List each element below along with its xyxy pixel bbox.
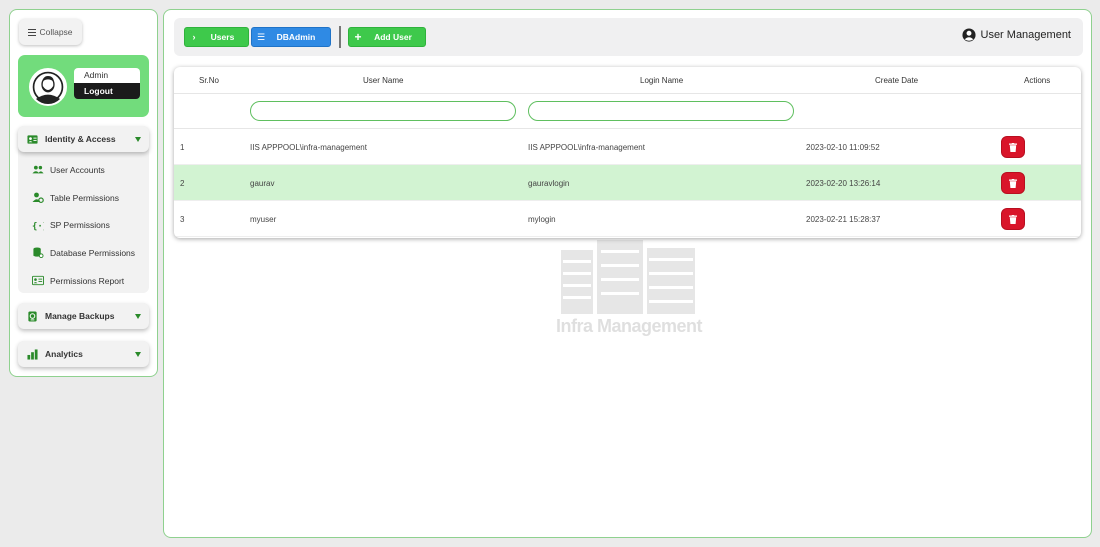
chevron-right-icon: › [192,32,196,42]
trash-icon [1009,178,1017,188]
users-table: Sr.No User Name Login Name Create Date A… [174,67,1081,238]
nav-header-label: Identity & Access [45,134,116,144]
page-title: User Management [961,28,1072,42]
sidebar-item-label: SP Permissions [50,220,110,231]
backup-icon [28,310,37,322]
users-button[interactable]: › Users [184,27,249,47]
user-gear-icon [32,192,44,204]
sidebar-item-label: Database Permissions [50,247,136,258]
cell-srno: 2 [180,179,185,188]
cell-srno: 3 [180,215,185,224]
cell-loginname: mylogin [528,215,556,224]
bar-chart-icon [27,348,38,360]
profile-name: Admin [74,68,140,83]
column-header-actions: Actions [1024,76,1051,85]
cell-createdate: 2023-02-10 11:09:52 [806,143,880,152]
nav-header-manage-backups[interactable]: Manage Backups [18,303,149,329]
sidebar-item-user-accounts[interactable]: User Accounts [18,156,149,184]
main-panel: › Users ☰ DBAdmin + Add User User Manage… [163,9,1092,538]
watermark-logo: Infra Management [549,238,709,343]
add-user-button-label: Add User [374,32,412,42]
collapse-button[interactable]: Collapse [19,19,82,45]
caret-down-icon [135,314,141,319]
logout-button[interactable]: Logout [74,83,140,99]
id-card-icon [27,134,38,144]
user-circle-icon [961,28,976,42]
svg-text:{·}: {·} [32,222,44,231]
column-header-username: User Name [363,76,404,85]
cell-createdate: 2023-02-20 13:26:14 [806,179,881,188]
sidebar-item-label: Table Permissions [50,192,119,203]
nav-header-analytics[interactable]: Analytics [18,341,149,367]
caret-down-icon [135,352,141,357]
sidebar-item-sp-permissions[interactable]: {·} SP Permissions [18,211,149,239]
cell-username: gaurav [250,179,275,188]
hamburger-icon [28,28,37,36]
sidebar-item-table-permissions[interactable]: Table Permissions [18,184,149,212]
delete-button[interactable] [1001,208,1025,230]
plus-icon: + [354,30,362,44]
watermark-text: Infra Management [555,316,703,336]
profile-card: Admin Logout [18,55,149,117]
cell-createdate: 2023-02-21 15:28:37 [806,215,881,224]
user-avatar-icon [31,70,65,104]
nav-group-identity-access: Identity & Access User Accounts Table Pe… [18,126,149,293]
toolbar-divider [339,26,341,48]
nav-header-identity-access[interactable]: Identity & Access [18,126,149,152]
table-row[interactable]: 3 myuser mylogin 2023-02-21 15:28:37 [174,201,1081,237]
cell-srno: 1 [180,143,185,152]
trash-icon [1009,214,1017,224]
dbadmin-button[interactable]: ☰ DBAdmin [251,27,331,47]
column-header-createdate: Create Date [875,76,919,85]
cell-loginname: gauravlogin [528,179,570,188]
sidebar-item-permissions-report[interactable]: Permissions Report [18,267,149,295]
nav-header-label: Manage Backups [45,311,115,321]
report-icon [32,275,44,286]
toolbar: › Users ☰ DBAdmin + Add User User Manage… [174,18,1083,56]
table-filter-row [174,94,1081,129]
braces-icon: {·} [32,222,44,231]
sidebar-item-database-permissions[interactable]: Database Permissions [18,239,149,267]
username-filter-input[interactable] [250,101,516,121]
nav-group-manage-backups: Manage Backups [18,303,149,329]
cell-username: IIS APPPOOL\infra-management [250,143,367,152]
nav-header-label: Analytics [45,349,83,359]
nav-group-analytics: Analytics [18,341,149,367]
column-header-srno: Sr.No [199,76,220,85]
sidebar-item-label: User Accounts [50,164,105,175]
cell-loginname: IIS APPPOOL\infra-management [528,143,645,152]
sidebar: Collapse Admin Logout Identity & Access … [9,9,158,377]
page-title-text: User Management [980,29,1072,41]
database-icon [33,247,44,259]
delete-button[interactable] [1001,172,1025,194]
cell-username: myuser [250,215,277,224]
list-icon: ☰ [256,31,266,42]
sidebar-item-label: Permissions Report [50,275,125,286]
table-row[interactable]: 2 gaurav gauravlogin 2023-02-20 13:26:14 [174,165,1081,201]
caret-down-icon [135,137,141,142]
delete-button[interactable] [1001,136,1025,158]
trash-icon [1009,142,1017,152]
column-header-loginname: Login Name [640,76,684,85]
building-logo-icon [561,240,695,314]
dbadmin-button-label: DBAdmin [276,32,316,42]
users-button-label: Users [210,32,235,42]
table-header-row: Sr.No User Name Login Name Create Date A… [174,67,1081,94]
users-icon [32,166,44,174]
add-user-button[interactable]: + Add User [348,27,426,47]
avatar [29,68,67,106]
loginname-filter-input[interactable] [528,101,794,121]
collapse-label: Collapse [39,27,73,37]
table-row[interactable]: 1 IIS APPPOOL\infra-management IIS APPPO… [174,129,1081,165]
